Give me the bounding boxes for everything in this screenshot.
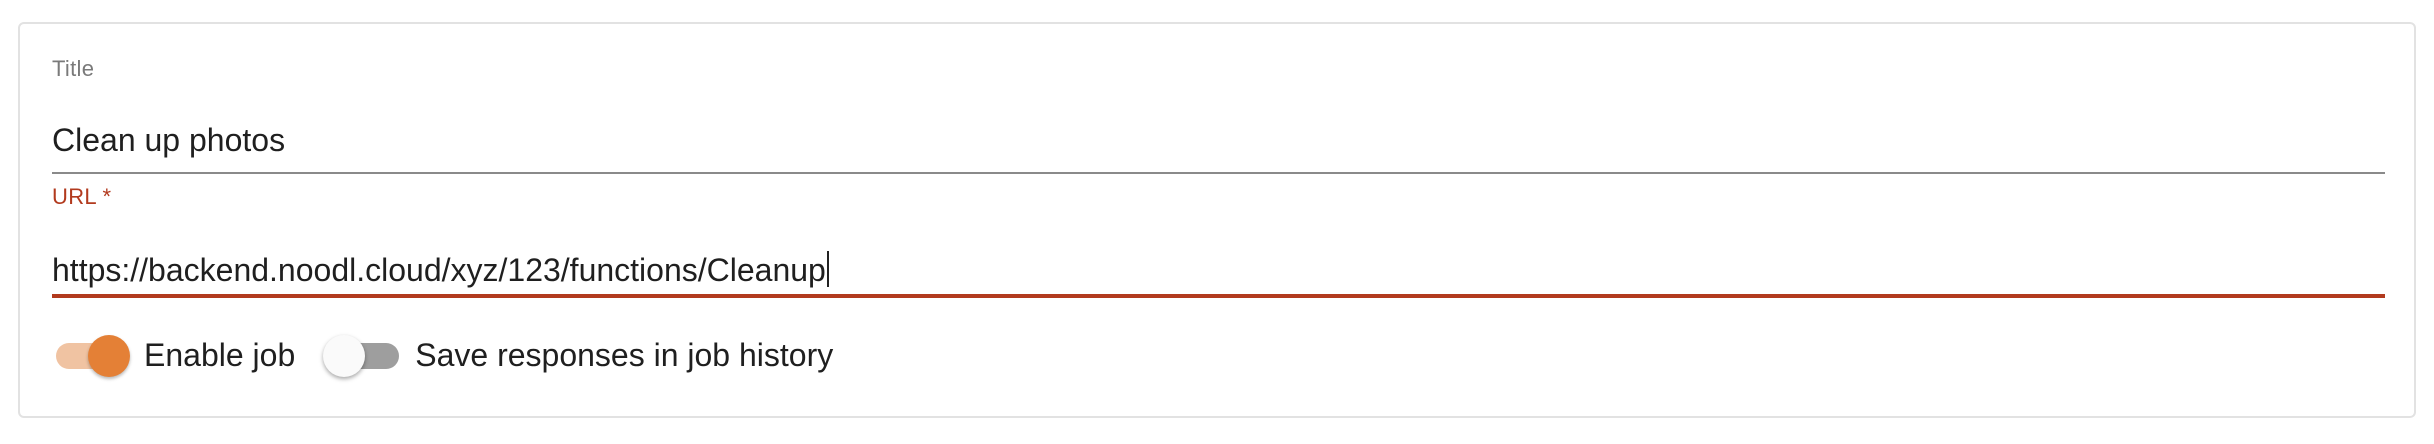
url-field-label: URL * (52, 184, 112, 209)
title-field-label: Title (52, 56, 95, 81)
url-field-error-underline (52, 294, 2385, 298)
title-input-value: Clean up photos (52, 122, 286, 158)
save-responses-switch[interactable] (323, 333, 400, 377)
url-field[interactable]: URL * https://backend.noodl.cloud/xyz/12… (52, 184, 2385, 308)
title-field-underline (52, 172, 2385, 174)
save-responses-toggle[interactable]: Save responses in job history (323, 333, 833, 377)
url-input[interactable]: https://backend.noodl.cloud/xyz/123/func… (52, 250, 829, 290)
title-input[interactable]: Clean up photos (52, 120, 285, 160)
url-input-value: https://backend.noodl.cloud/xyz/123/func… (52, 252, 826, 288)
enable-job-label[interactable]: Enable job (144, 335, 295, 375)
enable-job-switch[interactable] (52, 333, 130, 377)
save-responses-label[interactable]: Save responses in job history (415, 335, 833, 375)
job-form-card: Title Clean up photos URL * https://back… (18, 22, 2416, 418)
toggle-row: Enable job Save responses in job history (52, 330, 833, 380)
enable-job-toggle[interactable]: Enable job (52, 333, 295, 377)
text-caret (826, 251, 829, 287)
title-field[interactable]: Title Clean up photos (52, 56, 2385, 176)
switch-knob[interactable] (323, 335, 366, 377)
switch-knob[interactable] (88, 335, 130, 377)
